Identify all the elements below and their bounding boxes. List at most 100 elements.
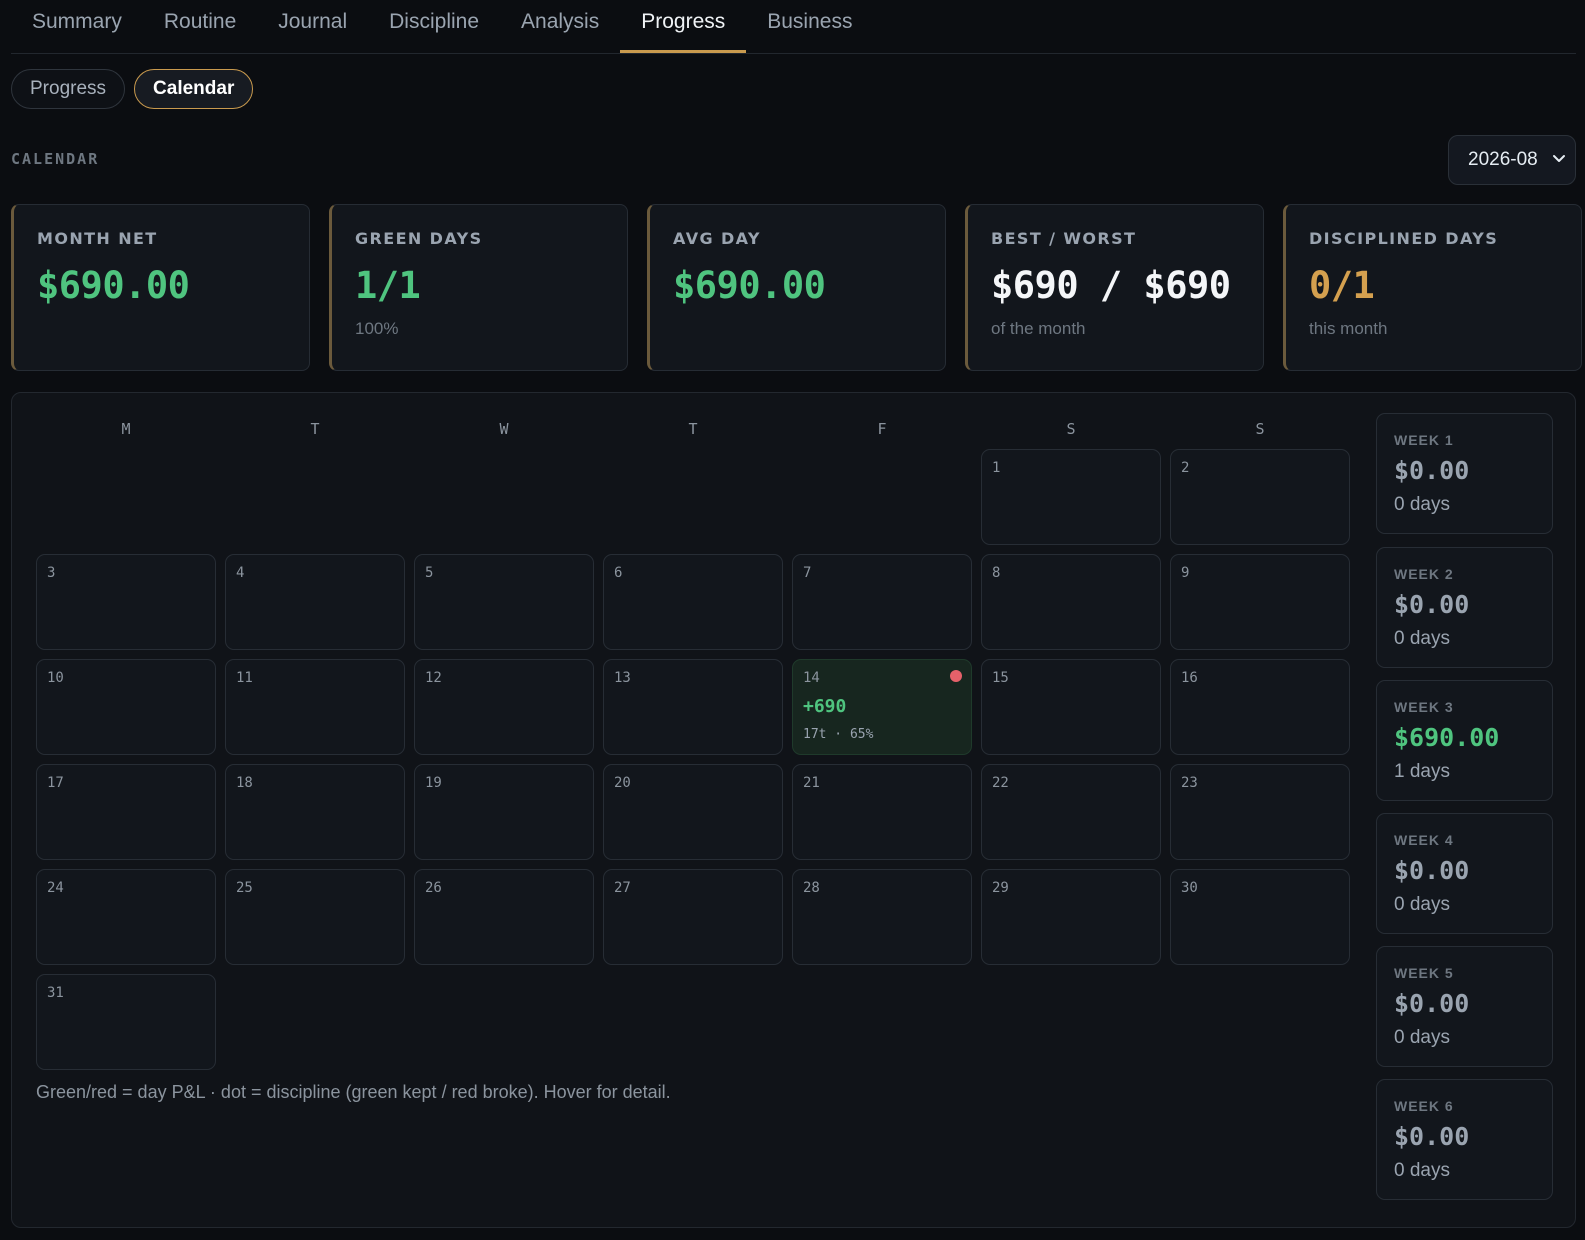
day-number: 7: [803, 565, 812, 581]
stat-card-disciplined-days: DISCIPLINED DAYS 0/1 this month: [1283, 204, 1582, 371]
day-cell-30[interactable]: 30: [1170, 869, 1350, 965]
day-cell-20[interactable]: 20: [603, 764, 783, 860]
day-number: 26: [425, 880, 442, 896]
week-label: WEEK 2: [1394, 566, 1454, 582]
month-select-value: 2026-08: [1468, 149, 1538, 170]
week-value: $0.00: [1394, 456, 1470, 485]
stat-label: MONTH NET: [37, 229, 158, 248]
weekday-label: S: [1255, 420, 1265, 438]
tab-routine[interactable]: Routine: [143, 0, 257, 44]
day-cell-24[interactable]: 24: [36, 869, 216, 965]
week-label: WEEK 4: [1394, 832, 1454, 848]
day-number: 17: [47, 775, 64, 791]
day-number: 28: [803, 880, 820, 896]
weekday-label: T: [688, 420, 698, 438]
day-number: 4: [236, 565, 245, 581]
day-cell-18[interactable]: 18: [225, 764, 405, 860]
subtab-calendar[interactable]: Calendar: [134, 69, 254, 109]
tab-business[interactable]: Business: [746, 0, 873, 44]
week-summary-card: WEEK 1 $0.00 0 days: [1376, 413, 1553, 534]
stat-label: DISCIPLINED DAYS: [1309, 229, 1499, 248]
day-cell-16[interactable]: 16: [1170, 659, 1350, 755]
day-number: 20: [614, 775, 631, 791]
stat-label: AVG DAY: [673, 229, 761, 248]
week-days: 0 days: [1394, 628, 1450, 649]
day-number: 12: [425, 670, 442, 686]
day-number: 9: [1181, 565, 1190, 581]
week-summary-card: WEEK 2 $0.00 0 days: [1376, 547, 1553, 668]
calendar-panel: MTWTFSS 1 2 3 4 5 6 7 8 9 10 11 12 13 14 +690 17t · 65%…: [11, 392, 1576, 1228]
day-cell-25[interactable]: 25: [225, 869, 405, 965]
day-cell-9[interactable]: 9: [1170, 554, 1350, 650]
week-value: $0.00: [1394, 989, 1470, 1018]
stat-value: $690 / $690: [991, 264, 1231, 307]
weekday-label: M: [121, 420, 131, 438]
weekday-label: W: [499, 420, 509, 438]
day-cell-5[interactable]: 5: [414, 554, 594, 650]
stat-sub: this month: [1309, 319, 1388, 338]
stat-sub: of the month: [991, 319, 1086, 338]
subtab-progress[interactable]: Progress: [11, 69, 126, 109]
day-number: 22: [992, 775, 1009, 791]
day-number: 21: [803, 775, 820, 791]
section-title: CALENDAR: [11, 150, 100, 168]
day-number: 16: [1181, 670, 1198, 686]
week-days: 0 days: [1394, 1160, 1450, 1181]
day-cell-3[interactable]: 3: [36, 554, 216, 650]
stat-label: BEST / WORST: [991, 229, 1137, 248]
stat-value: $690.00: [37, 264, 190, 307]
day-cell-12[interactable]: 12: [414, 659, 594, 755]
day-cell-26[interactable]: 26: [414, 869, 594, 965]
day-cell-17[interactable]: 17: [36, 764, 216, 860]
week-summary-card: WEEK 5 $0.00 0 days: [1376, 946, 1553, 1067]
stat-label: GREEN DAYS: [355, 229, 483, 248]
tab-discipline[interactable]: Discipline: [368, 0, 500, 44]
day-cell-31[interactable]: 31: [36, 974, 216, 1070]
week-label: WEEK 3: [1394, 699, 1454, 715]
day-number: 31: [47, 985, 64, 1001]
day-cell-14[interactable]: 14 +690 17t · 65%: [792, 659, 972, 755]
day-cell-11[interactable]: 11: [225, 659, 405, 755]
day-number: 11: [236, 670, 253, 686]
day-cell-7[interactable]: 7: [792, 554, 972, 650]
day-cell-10[interactable]: 10: [36, 659, 216, 755]
day-cell-27[interactable]: 27: [603, 869, 783, 965]
day-cell-15[interactable]: 15: [981, 659, 1161, 755]
tab-journal[interactable]: Journal: [257, 0, 368, 44]
day-number: 25: [236, 880, 253, 896]
day-cell-29[interactable]: 29: [981, 869, 1161, 965]
day-cell-1[interactable]: 1: [981, 449, 1161, 545]
day-cell-23[interactable]: 23: [1170, 764, 1350, 860]
day-number: 1: [992, 460, 1001, 476]
day-cell-4[interactable]: 4: [225, 554, 405, 650]
tab-analysis[interactable]: Analysis: [500, 0, 620, 44]
discipline-dot: [950, 670, 962, 682]
day-number: 29: [992, 880, 1009, 896]
day-trade-meta: 17t · 65%: [803, 727, 874, 742]
day-number: 15: [992, 670, 1009, 686]
day-number: 5: [425, 565, 434, 581]
main-tab-bar: Summary Routine Journal Discipline Analy…: [11, 0, 1576, 54]
stat-card-month-net: MONTH NET $690.00: [11, 204, 310, 371]
day-cell-22[interactable]: 22: [981, 764, 1161, 860]
day-number: 10: [47, 670, 64, 686]
day-cell-6[interactable]: 6: [603, 554, 783, 650]
day-cell-8[interactable]: 8: [981, 554, 1161, 650]
week-value: $0.00: [1394, 856, 1470, 885]
tab-progress[interactable]: Progress: [620, 0, 747, 53]
day-cell-19[interactable]: 19: [414, 764, 594, 860]
day-number: 23: [1181, 775, 1198, 791]
week-summary-card: WEEK 4 $0.00 0 days: [1376, 813, 1553, 934]
tab-summary[interactable]: Summary: [11, 0, 143, 44]
day-cell-13[interactable]: 13: [603, 659, 783, 755]
day-cell-28[interactable]: 28: [792, 869, 972, 965]
day-cell-21[interactable]: 21: [792, 764, 972, 860]
day-number: 19: [425, 775, 442, 791]
day-number: 2: [1181, 460, 1190, 476]
day-cell-2[interactable]: 2: [1170, 449, 1350, 545]
chevron-down-icon: [1553, 155, 1565, 162]
month-select[interactable]: 2026-08: [1448, 135, 1576, 185]
weekday-label: T: [310, 420, 320, 438]
day-number: 13: [614, 670, 631, 686]
stat-sub: 100%: [355, 319, 399, 338]
